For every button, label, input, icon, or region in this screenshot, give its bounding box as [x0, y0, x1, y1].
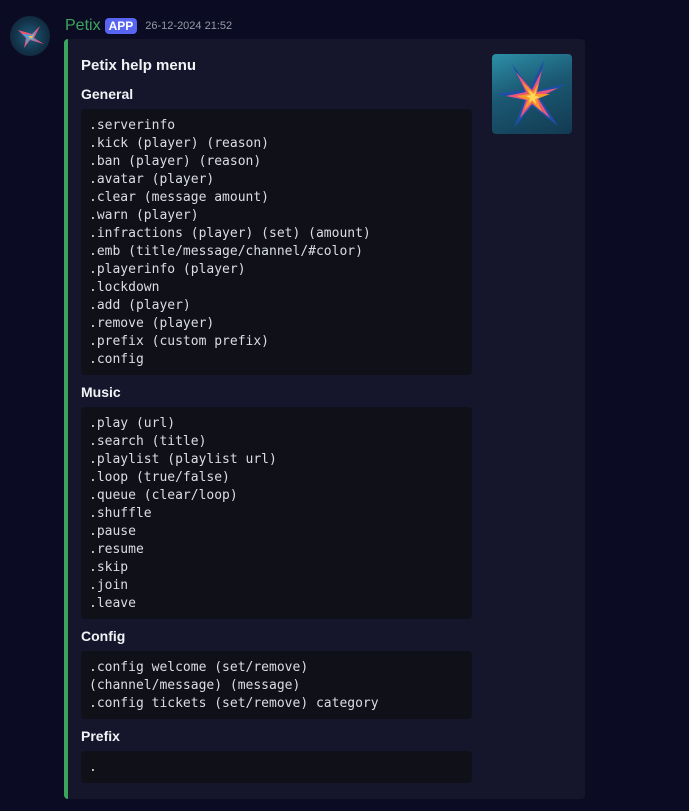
code-line: .pause: [89, 524, 136, 539]
codeblock-music[interactable]: .play (url) .search (title) .playlist (pla…: [81, 407, 472, 619]
code-line: .add (player): [89, 298, 191, 313]
field-name-music: Music: [81, 384, 121, 400]
codeblock-config[interactable]: .config welcome (set/remove) (channel/mes…: [81, 651, 472, 719]
field-name-general: General: [81, 86, 134, 102]
code-line: .clear (message amount): [89, 190, 270, 205]
code-line: .remove (player): [89, 316, 215, 331]
code-line: .skip: [89, 560, 129, 575]
star-burst-logo-icon: [496, 60, 566, 128]
app-badge: APP: [104, 18, 138, 34]
code-line: .playerinfo (player): [89, 262, 246, 277]
code-line: .config: [89, 352, 144, 367]
star-burst-logo-icon: [18, 26, 44, 48]
code-line: .play (url): [89, 416, 176, 431]
embed-title: Petix help menu: [81, 57, 197, 74]
code-line: .ban (player) (reason): [89, 154, 262, 169]
field-name-config: Config: [81, 628, 126, 644]
message-timestamp: 26-12-2024 21:52: [145, 20, 233, 32]
message-header: Petix APP 26-12-2024 21:52: [65, 16, 232, 36]
bot-avatar[interactable]: [10, 16, 50, 56]
code-line: .emb (title/message/channel/#color): [89, 244, 363, 259]
code-line: .: [89, 760, 97, 775]
field-name-prefix: Prefix: [81, 728, 120, 744]
code-line: (channel/message) (message): [89, 678, 301, 693]
bot-message: Petix APP 26-12-2024 21:52 Petix help me…: [0, 0, 689, 811]
code-line: .kick (player) (reason): [89, 136, 270, 151]
code-line: .config tickets (set/remove) category: [89, 696, 379, 711]
codeblock-prefix[interactable]: .: [81, 751, 472, 783]
code-line: .search (title): [89, 434, 207, 449]
code-line: .shuffle: [89, 506, 152, 521]
code-line: .leave: [89, 596, 136, 611]
code-line: .lockdown: [89, 280, 160, 295]
embed-thumbnail[interactable]: [492, 54, 572, 134]
code-line: .join: [89, 578, 129, 593]
code-line: .resume: [89, 542, 144, 557]
code-line: .serverinfo: [89, 118, 176, 133]
author-name[interactable]: Petix: [65, 17, 101, 35]
code-line: .playlist (playlist url): [89, 452, 277, 467]
code-line: .infractions (player) (set) (amount): [89, 226, 371, 241]
code-line: .queue (clear/loop): [89, 488, 238, 503]
code-line: .prefix (custom prefix): [89, 334, 270, 349]
help-embed: Petix help menu General .serverinfo .kick…: [64, 39, 585, 799]
code-line: .warn (player): [89, 208, 199, 223]
code-line: .avatar (player): [89, 172, 215, 187]
codeblock-general[interactable]: .serverinfo .kick (player) (reason) .ban (…: [81, 109, 472, 375]
code-line: .loop (true/false): [89, 470, 230, 485]
code-line: .config welcome (set/remove): [89, 660, 309, 675]
